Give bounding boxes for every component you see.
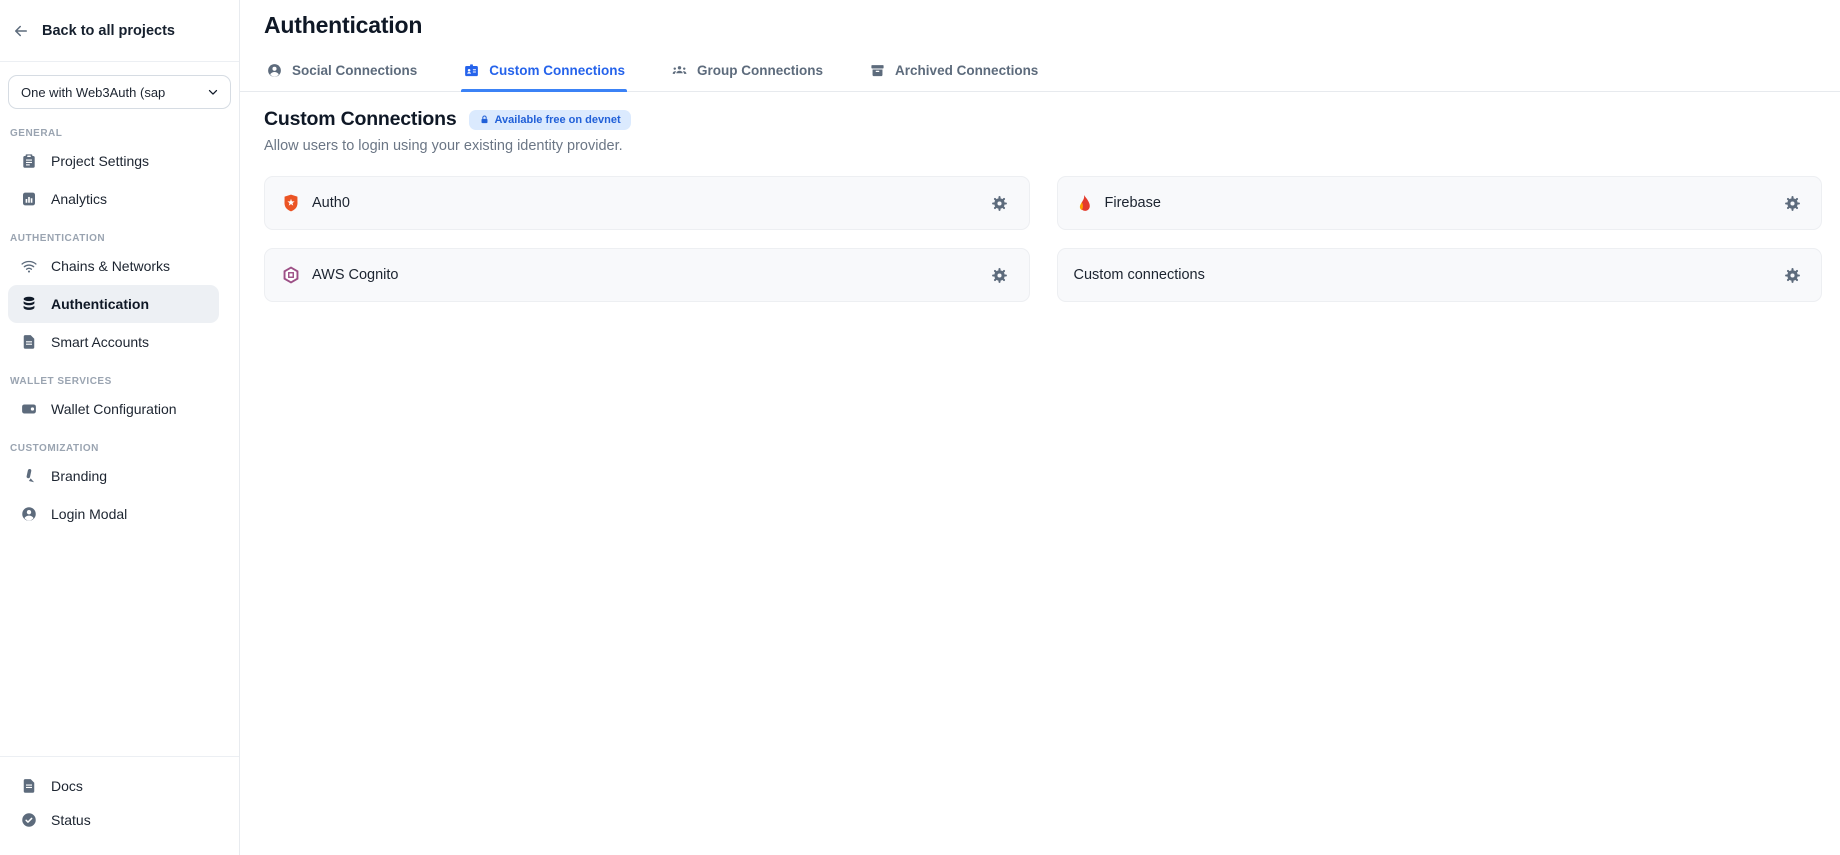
firebase-logo	[1074, 193, 1094, 213]
user-circle-icon	[20, 505, 38, 523]
tab-archived-connections[interactable]: Archived Connections	[867, 55, 1040, 91]
auth0-logo	[281, 193, 301, 213]
custom-connections-panel: Custom Connections Available free on dev…	[240, 92, 1840, 302]
check-circle-icon	[20, 811, 38, 829]
docs-icon	[20, 777, 38, 795]
id-badge-icon	[463, 62, 480, 79]
tab-social-connections[interactable]: Social Connections	[264, 55, 419, 91]
sidebar-item-authentication[interactable]: Authentication	[8, 285, 219, 323]
sidebar: Back to all projects One with Web3Auth (…	[0, 0, 240, 855]
card-firebase[interactable]: Firebase	[1057, 176, 1823, 230]
sidebar-item-label: Wallet Configuration	[51, 401, 177, 417]
card-label: AWS Cognito	[312, 267, 976, 283]
wallet-icon	[20, 400, 38, 418]
tab-label: Social Connections	[292, 63, 417, 78]
devnet-badge: Available free on devnet	[469, 110, 631, 130]
connections-grid: Auth0 Firebase	[264, 176, 1822, 302]
gear-icon[interactable]	[1779, 190, 1805, 216]
sidebar-item-analytics[interactable]: Analytics	[8, 180, 219, 218]
tab-group-connections[interactable]: Group Connections	[669, 55, 825, 91]
sidebar-footer: Docs Status	[0, 756, 239, 855]
sidebar-item-smart-accounts[interactable]: Smart Accounts	[8, 323, 219, 361]
sidebar-item-docs[interactable]: Docs	[8, 769, 219, 803]
main-content: Authentication Social Connections Custom…	[240, 0, 1840, 855]
card-auth0[interactable]: Auth0	[264, 176, 1030, 230]
back-to-projects-link[interactable]: Back to all projects	[0, 0, 239, 62]
sidebar-item-label: Docs	[51, 778, 83, 794]
chevron-down-icon	[206, 85, 220, 99]
sidebar-item-chains-networks[interactable]: Chains & Networks	[8, 247, 219, 285]
analytics-icon	[20, 190, 38, 208]
sidebar-nav: General Project Settings Analytics Authe…	[0, 113, 239, 756]
page-title: Authentication	[240, 0, 1840, 39]
tabs-bar: Social Connections Custom Connections Gr…	[240, 55, 1840, 92]
project-selector-dropdown[interactable]: One with Web3Auth (sap	[8, 75, 231, 109]
archive-icon	[869, 62, 886, 79]
app-window: Back to all projects One with Web3Auth (…	[0, 0, 1840, 855]
sidebar-item-label: Chains & Networks	[51, 258, 170, 274]
sidebar-item-label: Authentication	[51, 296, 149, 312]
project-selector-value: One with Web3Auth (sap	[21, 85, 200, 100]
card-custom-connections[interactable]: Custom connections	[1057, 248, 1823, 302]
sidebar-item-label: Login Modal	[51, 506, 127, 522]
devnet-badge-label: Available free on devnet	[495, 114, 621, 126]
person-circle-icon	[266, 62, 283, 79]
aws-cognito-logo	[281, 265, 301, 285]
clipboard-icon	[20, 152, 38, 170]
database-icon	[20, 295, 38, 313]
section-title: Custom Connections	[264, 108, 457, 131]
sidebar-item-wallet-configuration[interactable]: Wallet Configuration	[8, 390, 219, 428]
card-label: Firebase	[1105, 195, 1769, 211]
section-label-customization: Customization	[10, 443, 229, 454]
people-group-icon	[671, 62, 688, 79]
section-label-wallet-services: Wallet Services	[10, 376, 229, 387]
lock-icon	[479, 114, 490, 125]
tab-custom-connections[interactable]: Custom Connections	[461, 55, 627, 91]
sidebar-item-label: Project Settings	[51, 153, 149, 169]
section-label-authentication: Authentication	[10, 233, 229, 244]
tab-label: Custom Connections	[489, 63, 625, 78]
back-arrow-icon	[12, 22, 30, 40]
gear-icon[interactable]	[1779, 262, 1805, 288]
sidebar-item-login-modal[interactable]: Login Modal	[8, 495, 219, 533]
file-icon	[20, 333, 38, 351]
card-label: Custom connections	[1074, 267, 1769, 283]
sidebar-item-project-settings[interactable]: Project Settings	[8, 142, 219, 180]
tab-label: Archived Connections	[895, 63, 1038, 78]
wifi-icon	[20, 257, 38, 275]
brush-icon	[20, 467, 38, 485]
section-label-general: General	[10, 128, 229, 139]
card-aws-cognito[interactable]: AWS Cognito	[264, 248, 1030, 302]
tab-label: Group Connections	[697, 63, 823, 78]
section-description: Allow users to login using your existing…	[264, 138, 1822, 154]
sidebar-item-label: Analytics	[51, 191, 107, 207]
sidebar-item-status[interactable]: Status	[8, 803, 219, 837]
sidebar-item-branding[interactable]: Branding	[8, 457, 219, 495]
sidebar-item-label: Smart Accounts	[51, 334, 149, 350]
gear-icon[interactable]	[987, 262, 1013, 288]
card-label: Auth0	[312, 195, 976, 211]
gear-icon[interactable]	[987, 190, 1013, 216]
sidebar-item-label: Status	[51, 812, 91, 828]
sidebar-item-label: Branding	[51, 468, 107, 484]
back-label: Back to all projects	[42, 23, 175, 39]
